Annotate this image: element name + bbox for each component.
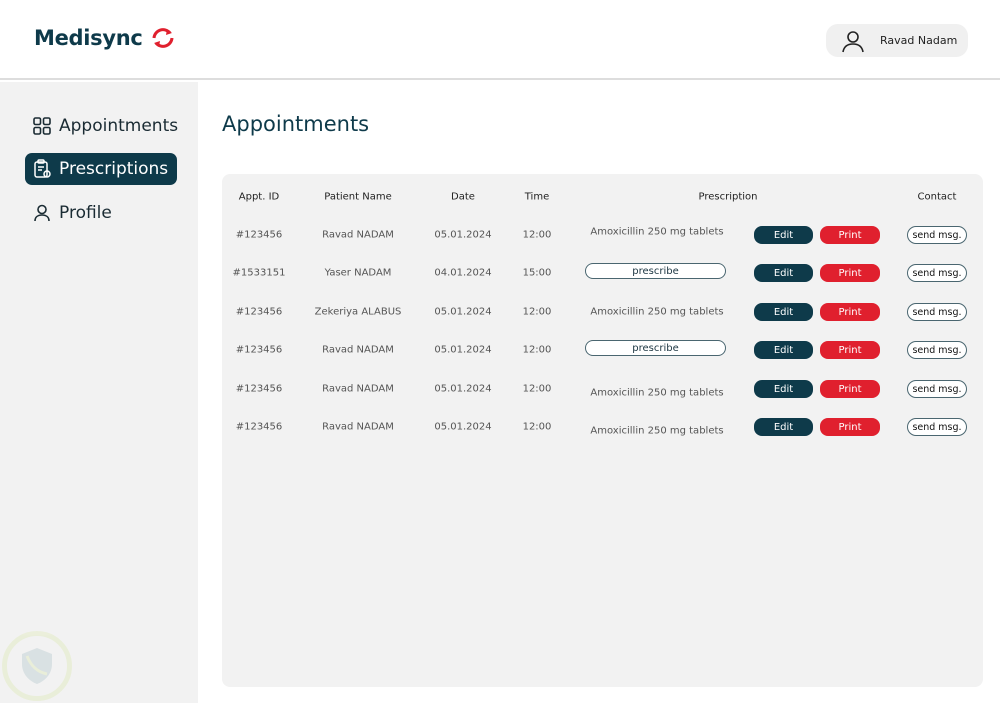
column-header-appt-id: Appt. ID bbox=[238, 191, 280, 203]
column-header-time: Time bbox=[524, 191, 550, 203]
send-message-button[interactable]: send msg. bbox=[907, 264, 967, 282]
time: 12:00 bbox=[522, 344, 552, 356]
patient-name: Ravad NADAM bbox=[322, 383, 394, 395]
appt-id: #123456 bbox=[235, 306, 283, 318]
send-message-button[interactable]: send msg. bbox=[907, 418, 967, 436]
print-button[interactable]: Print bbox=[820, 418, 880, 436]
print-button[interactable]: Print bbox=[820, 303, 880, 321]
grid-icon bbox=[33, 117, 51, 135]
column-header-patient-name: Patient Name bbox=[324, 191, 392, 203]
prescription-text: Amoxicillin 250 mg tablets bbox=[590, 387, 724, 399]
edit-button[interactable]: Edit bbox=[754, 418, 813, 436]
edit-button[interactable]: Edit bbox=[754, 380, 813, 398]
watermark-logo bbox=[2, 631, 72, 701]
date: 05.01.2024 bbox=[434, 421, 492, 433]
sync-icon bbox=[152, 28, 174, 48]
sidebar-item-label: Prescriptions bbox=[59, 159, 169, 179]
edit-button[interactable]: Edit bbox=[754, 303, 813, 321]
shield-icon bbox=[22, 648, 52, 684]
print-button[interactable]: Print bbox=[820, 264, 880, 282]
edit-button[interactable]: Edit bbox=[754, 226, 813, 244]
patient-name: Yaser NADAM bbox=[324, 267, 392, 279]
patient-name: Ravad NADAM bbox=[322, 344, 394, 356]
print-button[interactable]: Print bbox=[820, 380, 880, 398]
appt-id: #123456 bbox=[235, 229, 283, 241]
appointments-table: Appt. ID Patient Name Date Time Prescrip… bbox=[222, 174, 983, 687]
send-message-button[interactable]: send msg. bbox=[907, 303, 967, 321]
user-icon bbox=[842, 30, 864, 52]
time: 12:00 bbox=[522, 421, 552, 433]
date: 05.01.2024 bbox=[434, 229, 492, 241]
send-message-button[interactable]: send msg. bbox=[907, 226, 967, 244]
date: 05.01.2024 bbox=[434, 383, 492, 395]
print-button[interactable]: Print bbox=[820, 226, 880, 244]
send-message-button[interactable]: send msg. bbox=[907, 341, 967, 359]
appt-id: #123456 bbox=[235, 344, 283, 356]
sidebar-item-prescriptions[interactable]: Prescriptions bbox=[25, 153, 177, 185]
sidebar: Appointments Prescriptions Profile bbox=[0, 82, 198, 703]
edit-button[interactable]: Edit bbox=[754, 341, 813, 359]
sidebar-item-label: Appointments bbox=[59, 116, 179, 136]
sidebar-item-profile[interactable]: Profile bbox=[25, 197, 120, 229]
prescribe-button[interactable]: prescribe bbox=[585, 263, 726, 279]
date: 05.01.2024 bbox=[434, 344, 492, 356]
user-name: Ravad Nadam bbox=[880, 34, 958, 47]
prescribe-button[interactable]: prescribe bbox=[585, 340, 726, 356]
page-title: Appointments bbox=[222, 112, 370, 136]
column-header-prescription: Prescription bbox=[698, 191, 758, 203]
date: 05.01.2024 bbox=[434, 306, 492, 318]
date: 04.01.2024 bbox=[434, 267, 492, 279]
print-button[interactable]: Print bbox=[820, 341, 880, 359]
patient-name: Ravad NADAM bbox=[322, 421, 394, 433]
column-header-date: Date bbox=[451, 191, 475, 203]
clipboard-icon bbox=[34, 159, 51, 178]
time: 12:00 bbox=[522, 383, 552, 395]
prescription-text: Amoxicillin 250 mg tablets bbox=[590, 425, 724, 437]
logo[interactable]: Medisync bbox=[34, 26, 177, 50]
sidebar-item-label: Profile bbox=[59, 203, 112, 223]
logo-text: Medisync bbox=[34, 26, 143, 50]
user-icon bbox=[34, 204, 50, 222]
prescription-text: Amoxicillin 250 mg tablets bbox=[590, 226, 724, 238]
time: 12:00 bbox=[522, 229, 552, 241]
header: Medisync Ravad Nadam bbox=[0, 0, 1000, 80]
send-message-button[interactable]: send msg. bbox=[907, 380, 967, 398]
user-menu[interactable]: Ravad Nadam bbox=[826, 24, 968, 57]
appt-id: #123456 bbox=[235, 421, 283, 433]
patient-name: Ravad NADAM bbox=[322, 229, 394, 241]
prescription-text: Amoxicillin 250 mg tablets bbox=[590, 306, 724, 318]
patient-name: Zekeriya ALABUS bbox=[314, 306, 402, 318]
time: 15:00 bbox=[522, 267, 552, 279]
appt-id: #123456 bbox=[235, 383, 283, 395]
appt-id: #1533151 bbox=[232, 267, 286, 279]
sidebar-item-appointments[interactable]: Appointments bbox=[25, 110, 186, 142]
edit-button[interactable]: Edit bbox=[754, 264, 813, 282]
column-header-contact: Contact bbox=[917, 191, 957, 203]
time: 12:00 bbox=[522, 306, 552, 318]
